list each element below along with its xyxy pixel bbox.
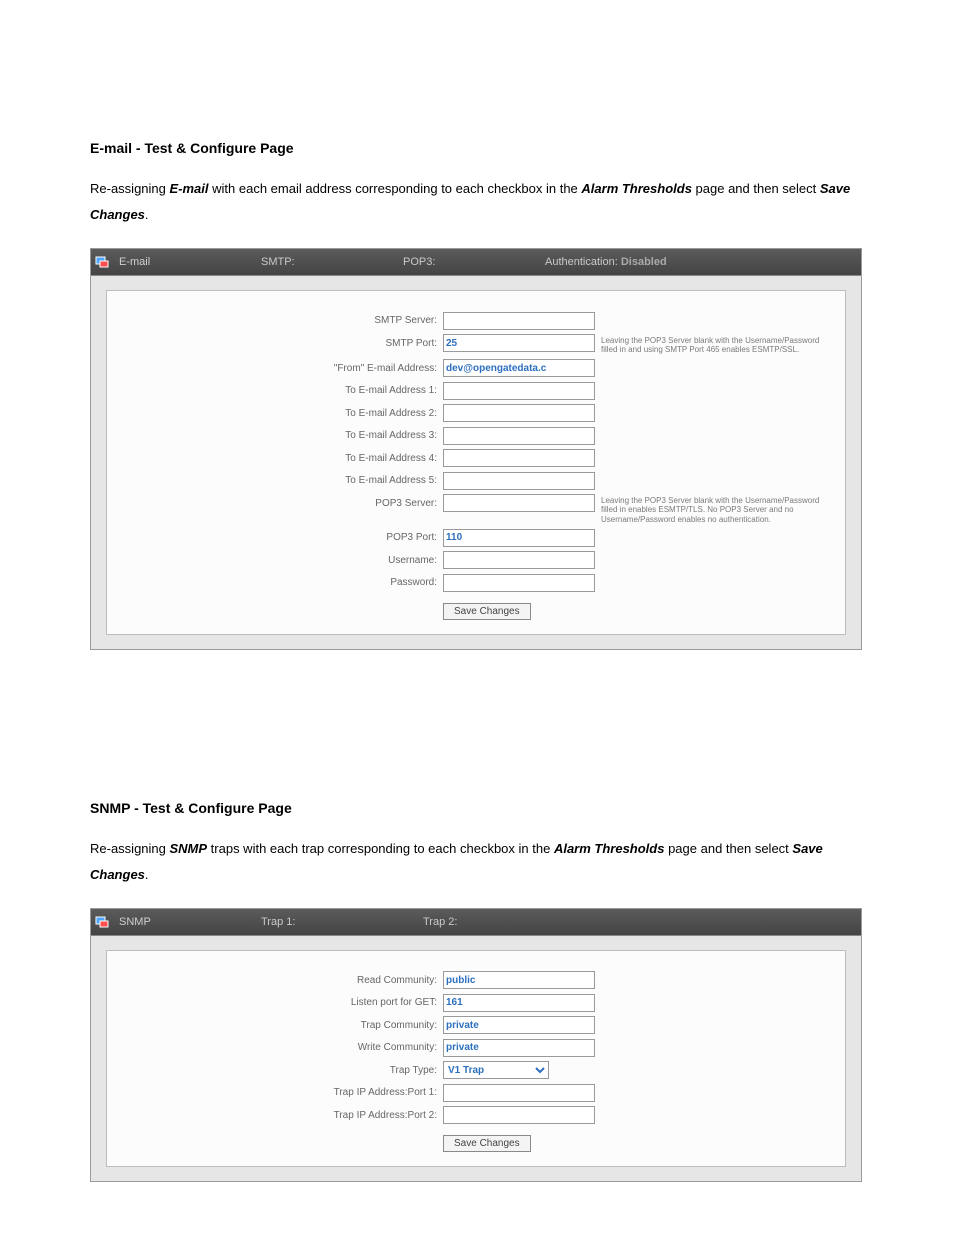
text-bold: Alarm Thresholds bbox=[554, 841, 665, 856]
label-read-comm: Read Community: bbox=[107, 971, 443, 986]
label-username: Username: bbox=[107, 551, 443, 566]
input-pop3-port[interactable] bbox=[443, 529, 595, 547]
input-to4[interactable] bbox=[443, 449, 595, 467]
section-para-email: Re-assigning E-mail with each email addr… bbox=[90, 176, 864, 228]
inner-panel-email: SMTP Server: SMTP Port: Leaving the POP3… bbox=[106, 290, 846, 635]
input-pop3-server[interactable] bbox=[443, 494, 595, 512]
label-pop3-port: POP3 Port: bbox=[107, 528, 443, 543]
text-bold: SNMP bbox=[170, 841, 208, 856]
input-to5[interactable] bbox=[443, 472, 595, 490]
header-title: SNMP bbox=[113, 916, 255, 928]
save-changes-button[interactable]: Save Changes bbox=[443, 1135, 531, 1152]
input-write-comm[interactable] bbox=[443, 1039, 595, 1057]
label-smtp-port: SMTP Port: bbox=[107, 334, 443, 349]
section-title-email: E-mail - Test & Configure Page bbox=[90, 140, 864, 156]
label-listen-port: Listen port for GET: bbox=[107, 993, 443, 1008]
panel-header-email: E-mail SMTP: POP3: Authentication: Disab… bbox=[91, 249, 861, 276]
app-icon bbox=[91, 249, 113, 275]
input-from-addr[interactable] bbox=[443, 359, 595, 377]
text-bold: Alarm Thresholds bbox=[581, 181, 692, 196]
header-trap2-label: Trap 2: bbox=[423, 916, 457, 928]
header-auth-value: Disabled bbox=[621, 256, 667, 268]
input-trap-ip2[interactable] bbox=[443, 1106, 595, 1124]
header-trap1-label: Trap 1: bbox=[261, 916, 295, 928]
label-smtp-server: SMTP Server: bbox=[107, 311, 443, 326]
panel-email: E-mail SMTP: POP3: Authentication: Disab… bbox=[90, 248, 862, 650]
section-title-snmp: SNMP - Test & Configure Page bbox=[90, 800, 864, 816]
label-from-addr: "From" E-mail Address: bbox=[107, 359, 443, 374]
text: Re-assigning bbox=[90, 181, 170, 196]
label-trap-ip1: Trap IP Address:Port 1: bbox=[107, 1083, 443, 1098]
help-pop3-server: Leaving the POP3 Server blank with the U… bbox=[593, 494, 831, 525]
label-trap-comm: Trap Community: bbox=[107, 1016, 443, 1031]
label-to3: To E-mail Address 3: bbox=[107, 426, 443, 441]
label-to1: To E-mail Address 1: bbox=[107, 381, 443, 396]
input-password[interactable] bbox=[443, 574, 595, 592]
input-username[interactable] bbox=[443, 551, 595, 569]
label-write-comm: Write Community: bbox=[107, 1038, 443, 1053]
inner-panel-snmp: Read Community: Listen port for GET: Tra… bbox=[106, 950, 846, 1168]
text: traps with each trap corresponding to ea… bbox=[207, 841, 554, 856]
label-to5: To E-mail Address 5: bbox=[107, 471, 443, 486]
section-para-snmp: Re-assigning SNMP traps with each trap c… bbox=[90, 836, 864, 888]
input-to1[interactable] bbox=[443, 382, 595, 400]
text-bold: E-mail bbox=[170, 181, 209, 196]
label-password: Password: bbox=[107, 573, 443, 588]
text: Re-assigning bbox=[90, 841, 170, 856]
text: page and then select bbox=[664, 841, 792, 856]
label-pop3-server: POP3 Server: bbox=[107, 494, 443, 509]
input-to3[interactable] bbox=[443, 427, 595, 445]
help-smtp-port: Leaving the POP3 Server blank with the U… bbox=[593, 334, 831, 355]
input-read-comm[interactable] bbox=[443, 971, 595, 989]
input-to2[interactable] bbox=[443, 404, 595, 422]
header-auth-label: Authentication: bbox=[545, 256, 618, 268]
app-icon bbox=[91, 909, 113, 935]
label-to4: To E-mail Address 4: bbox=[107, 449, 443, 464]
input-smtp-port[interactable] bbox=[443, 334, 595, 352]
header-smtp-label: SMTP: bbox=[261, 256, 295, 268]
input-listen-port[interactable] bbox=[443, 994, 595, 1012]
input-smtp-server[interactable] bbox=[443, 312, 595, 330]
input-trap-comm[interactable] bbox=[443, 1016, 595, 1034]
text: with each email address corresponding to… bbox=[209, 181, 582, 196]
label-to2: To E-mail Address 2: bbox=[107, 404, 443, 419]
label-trap-type: Trap Type: bbox=[107, 1061, 443, 1076]
panel-snmp: SNMP Trap 1: Trap 2: Read Community: Lis… bbox=[90, 908, 862, 1183]
input-trap-ip1[interactable] bbox=[443, 1084, 595, 1102]
label-trap-ip2: Trap IP Address:Port 2: bbox=[107, 1106, 443, 1121]
header-title: E-mail bbox=[113, 256, 255, 268]
text: . bbox=[145, 207, 149, 222]
save-changes-button[interactable]: Save Changes bbox=[443, 603, 531, 620]
header-pop3-label: POP3: bbox=[403, 256, 435, 268]
text: . bbox=[145, 867, 149, 882]
text: page and then select bbox=[692, 181, 820, 196]
panel-header-snmp: SNMP Trap 1: Trap 2: bbox=[91, 909, 861, 936]
select-trap-type[interactable]: V1 Trap bbox=[443, 1061, 549, 1079]
